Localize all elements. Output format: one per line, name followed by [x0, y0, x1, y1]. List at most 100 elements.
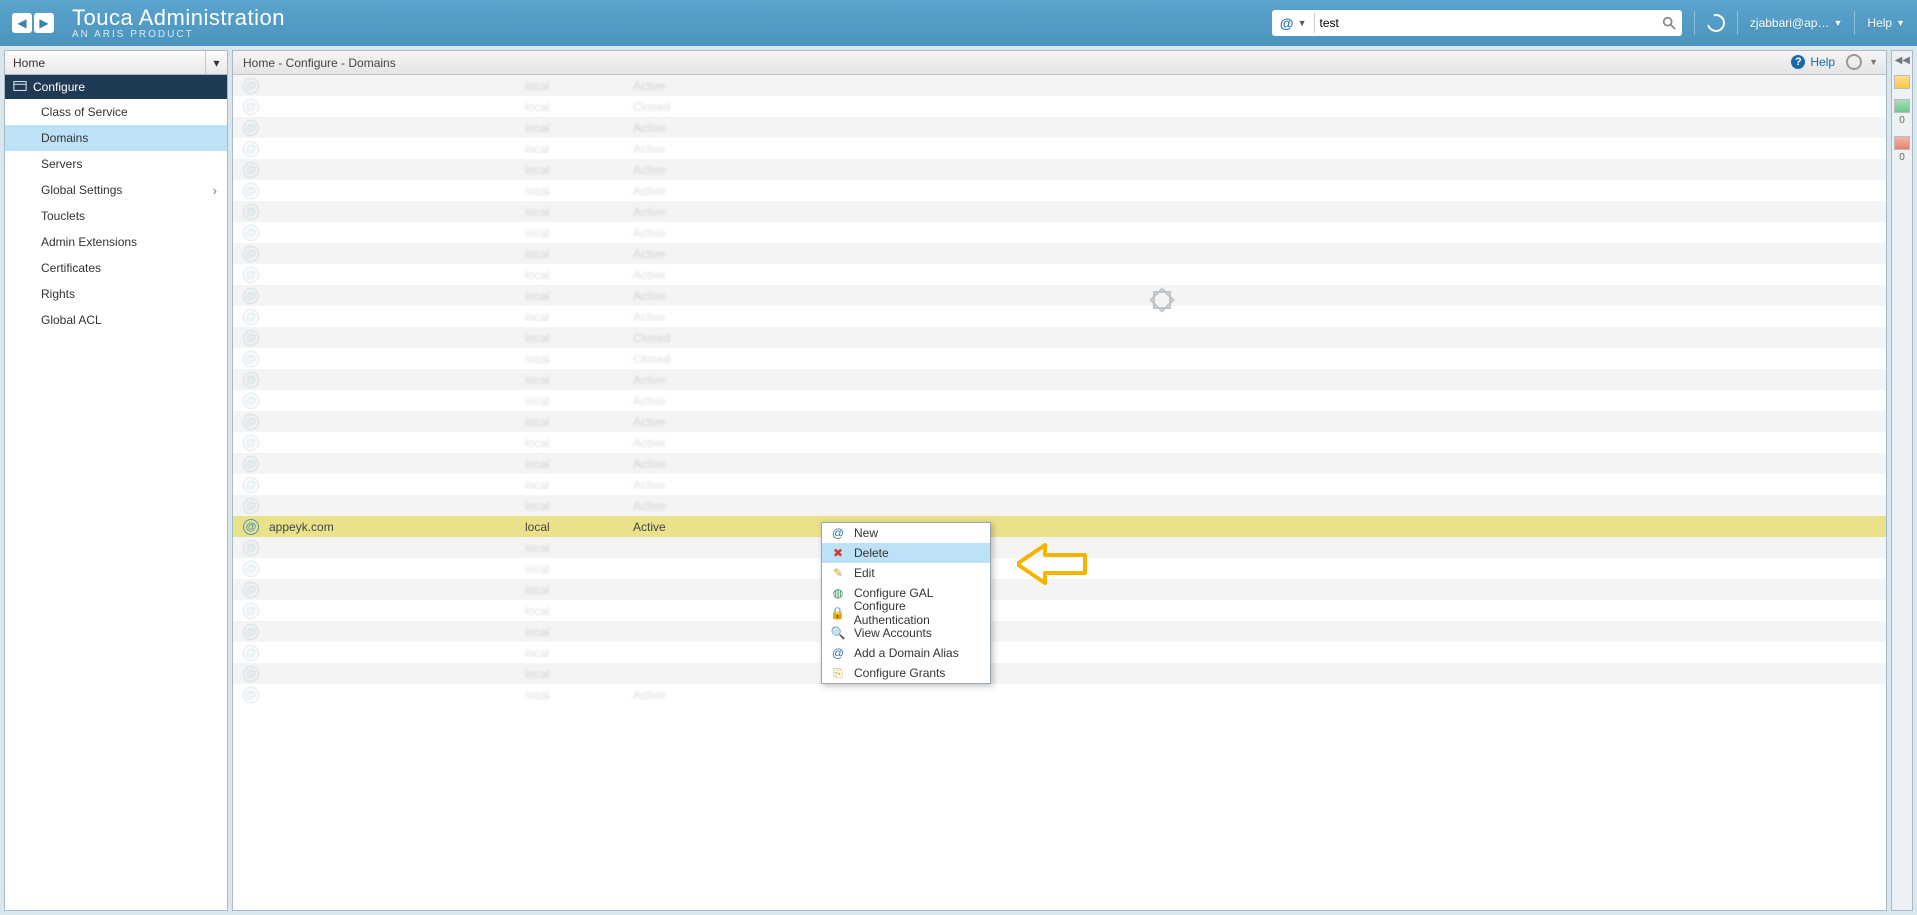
table-row[interactable]: @localActive — [233, 264, 1886, 285]
table-row[interactable]: @localClosed — [233, 96, 1886, 117]
context-menu-item-add-a-domain-alias[interactable]: @Add a Domain Alias — [822, 643, 990, 663]
table-row[interactable]: @local — [233, 621, 1886, 642]
context-menu-item-configure-authentication[interactable]: 🔒Configure Authentication — [822, 603, 990, 623]
sidebar-item-class-of-service[interactable]: Class of Service — [5, 99, 227, 125]
table-row[interactable]: @localActive — [233, 411, 1886, 432]
domain-status-cell: Active — [633, 289, 753, 303]
nav-back-button[interactable]: ◀ — [12, 13, 32, 33]
table-row[interactable]: @ localActive — [233, 369, 1886, 390]
rail-widget-1[interactable] — [1894, 75, 1910, 89]
at-icon: @ — [243, 330, 259, 346]
domain-status-cell: Active — [633, 142, 753, 156]
sidebar-item-label: Global ACL — [41, 313, 102, 327]
chevron-down-icon: ▼ — [1298, 18, 1307, 28]
domain-status-cell: Active — [633, 415, 753, 429]
domain-status-cell: Active — [633, 163, 753, 177]
domain-status-cell: Active — [633, 478, 753, 492]
table-row[interactable]: @localClosed — [233, 327, 1886, 348]
collapse-icon[interactable]: ◀◀ — [1895, 55, 1910, 66]
table-row[interactable]: @local — [233, 600, 1886, 621]
domain-status-cell: Active — [633, 184, 753, 198]
table-row[interactable]: @localActive — [233, 495, 1886, 516]
user-label: zjabbari@ap… — [1750, 16, 1830, 30]
domain-status-cell: Active — [633, 247, 753, 261]
context-menu: @New✖Delete✎Edit◍Configure GAL🔒Configure… — [821, 522, 991, 684]
domain-type-cell: local — [525, 667, 633, 681]
table-row[interactable]: @localActive — [233, 201, 1886, 222]
table-row[interactable]: @localActive — [233, 453, 1886, 474]
domain-type-cell: local — [525, 604, 633, 618]
table-row[interactable]: @appeyk.comlocalActive — [233, 516, 1886, 537]
nav-forward-button[interactable]: ▶ — [34, 13, 54, 33]
sidebar-dropdown[interactable]: Home ▾ — [5, 51, 227, 75]
at-icon: @ — [243, 372, 259, 388]
at-icon: @ — [243, 582, 259, 598]
table-row[interactable]: @localActive — [233, 159, 1886, 180]
at-icon: @ — [243, 519, 259, 535]
help-menu[interactable]: Help ▼ — [1867, 16, 1905, 30]
domain-status-cell: Active — [633, 79, 753, 93]
chevron-down-icon: ▼ — [1833, 18, 1842, 28]
search-icon[interactable] — [1660, 14, 1678, 32]
context-menu-item-edit[interactable]: ✎Edit — [822, 563, 990, 583]
history-nav: ◀ ▶ — [12, 13, 54, 33]
context-menu-item-delete[interactable]: ✖Delete — [822, 543, 990, 563]
rail-widget-3[interactable] — [1894, 136, 1910, 150]
sidebar-item-global-settings[interactable]: Global Settings› — [5, 177, 227, 203]
table-row[interactable]: @localActive — [233, 474, 1886, 495]
table-row[interactable]: @localActive — [233, 138, 1886, 159]
domain-grid[interactable]: @localActive@localClosed@localActive@loc… — [233, 75, 1886, 910]
domain-type-cell: local — [525, 289, 633, 303]
gear-icon[interactable] — [1846, 54, 1862, 70]
sidebar-item-domains[interactable]: Domains — [5, 125, 227, 151]
table-row[interactable]: @localClosed — [233, 348, 1886, 369]
table-row[interactable]: @localActive — [233, 390, 1886, 411]
at-icon: @ — [243, 498, 259, 514]
sidebar-item-rights[interactable]: Rights — [5, 281, 227, 307]
table-row[interactable]: @localActive — [233, 306, 1886, 327]
sidebar-item-admin-extensions[interactable]: Admin Extensions — [5, 229, 227, 255]
user-menu[interactable]: zjabbari@ap… ▼ — [1750, 16, 1842, 30]
panel-help[interactable]: ? Help ▼ — [1791, 54, 1878, 70]
at-icon: @ — [243, 561, 259, 577]
table-row[interactable]: @localActive — [233, 117, 1886, 138]
search-input[interactable] — [1314, 13, 1659, 33]
sidebar-item-label: Global Settings — [41, 183, 122, 197]
table-row[interactable]: @localActive — [233, 180, 1886, 201]
loading-icon — [1149, 287, 1174, 312]
domain-type-cell: local — [525, 331, 633, 345]
sidebar-item-servers[interactable]: Servers — [5, 151, 227, 177]
brand: Touca Administration AN ARIS PRODUCT — [72, 7, 285, 40]
context-menu-item-new[interactable]: @New — [822, 523, 990, 543]
context-menu-label: Configure Grants — [854, 666, 945, 680]
domain-status-cell: Active — [633, 373, 753, 387]
search-type-dropdown[interactable]: @ ▼ — [1276, 15, 1311, 31]
domain-type-cell: local — [525, 79, 633, 93]
sidebar: Home ▾ Configure Class of ServiceDomains… — [4, 50, 228, 911]
at-icon: @ — [243, 141, 259, 157]
domain-type-cell: local — [525, 121, 633, 135]
refresh-button[interactable] — [1707, 14, 1725, 32]
rail-widget-2[interactable] — [1894, 99, 1910, 113]
sidebar-section-header[interactable]: Configure — [5, 75, 227, 99]
table-row[interactable]: @localActive — [233, 285, 1886, 306]
table-row[interactable]: @local — [233, 642, 1886, 663]
domain-type-cell: local — [525, 373, 633, 387]
table-row[interactable]: @local — [233, 663, 1886, 684]
table-row[interactable]: @localActive — [233, 222, 1886, 243]
domain-type-cell: local — [525, 163, 633, 177]
delete-icon: ✖ — [830, 545, 846, 561]
table-row[interactable]: @localActive — [233, 432, 1886, 453]
sidebar-item-certificates[interactable]: Certificates — [5, 255, 227, 281]
table-row[interactable]: @localActive — [233, 243, 1886, 264]
sidebar-item-touclets[interactable]: Touclets — [5, 203, 227, 229]
table-row[interactable]: @localActive — [233, 684, 1886, 705]
sidebar-item-global-acl[interactable]: Global ACL — [5, 307, 227, 333]
globe-icon: ◍ — [830, 585, 846, 601]
domain-type-cell: local — [525, 394, 633, 408]
table-row[interactable]: @localActive — [233, 75, 1886, 96]
body: Home ▾ Configure Class of ServiceDomains… — [0, 46, 1917, 915]
context-menu-item-configure-grants[interactable]: ⎘Configure Grants — [822, 663, 990, 683]
domain-status-cell: Active — [633, 436, 753, 450]
domain-type-cell: local — [525, 583, 633, 597]
